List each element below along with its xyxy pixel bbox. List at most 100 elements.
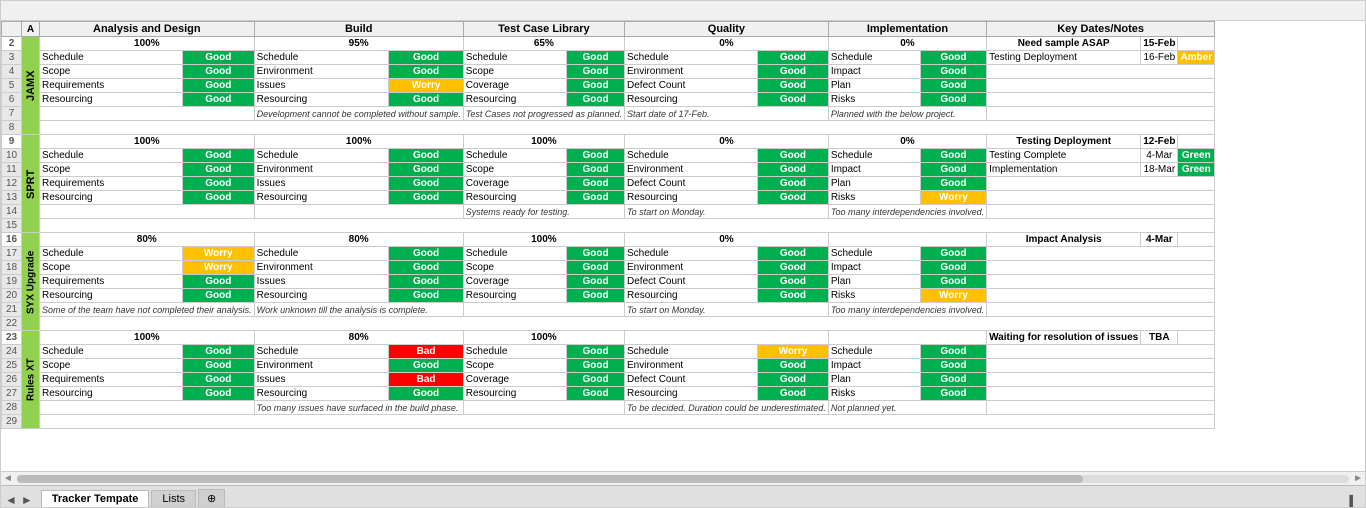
jamx-pct-analysis: 100%	[40, 37, 255, 51]
row-num-26: 26	[2, 373, 22, 387]
syx-r19-b-val: Good	[389, 275, 463, 289]
jamx-keynote-2-status: Amber	[1178, 51, 1215, 65]
rules-r26-i-field: Plan	[828, 373, 920, 387]
sprt-keynote-1-label: Testing Deployment	[987, 135, 1141, 149]
rules-r25-t-val: Good	[567, 359, 625, 373]
rules-r27-b-val: Good	[389, 387, 463, 401]
rules-r27-q-field: Resourcing	[625, 387, 758, 401]
sprt-r12-b-field: Issues	[254, 177, 389, 191]
jamx-keynote-1-date: 15-Feb	[1141, 37, 1178, 51]
rules-r26-q-val: Good	[758, 373, 829, 387]
tab-add-button[interactable]: ⊕	[198, 489, 225, 507]
sprt-r11-b-field: Environment	[254, 163, 389, 177]
nav-right-arrow[interactable]: ►	[21, 493, 33, 507]
sprt-keynote-3-date: 18-Mar	[1141, 163, 1178, 177]
sprt-keynote-3-label: Implementation	[987, 163, 1141, 177]
rules-r25-q-field: Environment	[625, 359, 758, 373]
syx-r18-t-val: Good	[567, 261, 625, 275]
jamx-r3-analysis-field: Schedule	[40, 51, 183, 65]
syx-pct-quality: 0%	[625, 233, 829, 247]
syx-note-tcl	[463, 303, 624, 317]
jamx-r4-build-val: Good	[389, 65, 463, 79]
jamx-r3-build-val: Good	[389, 51, 463, 65]
syx-r17-q-val: Good	[758, 247, 829, 261]
rules-r27-t-field: Resourcing	[463, 387, 566, 401]
sprt-r10-t-field: Schedule	[463, 149, 566, 163]
syx-keynote-1-label: Impact Analysis	[987, 233, 1141, 247]
rules-empty-2	[987, 359, 1215, 373]
jamx-r4-tcl-field: Scope	[463, 65, 566, 79]
syx-r20-b-val: Good	[389, 289, 463, 303]
sprt-empty-4	[987, 191, 1215, 205]
jamx-keynote-1-status: Amber	[1178, 37, 1215, 51]
syx-keynote-1-date: 4-Mar	[1141, 233, 1178, 247]
rules-r27-b-field: Resourcing	[254, 387, 389, 401]
syx-r20-q-field: Resourcing	[625, 289, 758, 303]
sprt-note-build	[254, 205, 463, 219]
col-header-quality: Quality	[625, 22, 829, 37]
h-scrollbar[interactable]: ◄ ►	[1, 471, 1365, 485]
rules-note-analysis	[40, 401, 255, 415]
sprt-r11-q-field: Environment	[625, 163, 758, 177]
nav-left-arrow[interactable]: ◄	[5, 493, 17, 507]
rules-note-impl: Not planned yet.	[828, 401, 986, 415]
jamx-pct-impl: 0%	[828, 37, 986, 51]
jamx-r5-build-val: Worry	[389, 79, 463, 93]
syx-r20-a-val: Good	[182, 289, 254, 303]
jamx-r6-i-val: Good	[920, 93, 986, 107]
rules-r24-t-field: Schedule	[463, 345, 566, 359]
rules-empty-1	[987, 345, 1215, 359]
table-wrapper[interactable]: A Analysis and Design Build Test Case Li…	[1, 21, 1365, 471]
jamx-label-top: JAMX	[22, 37, 40, 135]
row-num-22: 22	[2, 317, 22, 331]
jamx-r4-tcl-val: Good	[567, 65, 625, 79]
jamx-r6-q-field: Resourcing	[625, 93, 758, 107]
syx-r20-b-field: Resourcing	[254, 289, 389, 303]
sprt-r11-t-field: Scope	[463, 163, 566, 177]
jamx-r4-analysis-val: Good	[182, 65, 254, 79]
sprt-r12-q-val: Good	[758, 177, 829, 191]
sprt-pct-quality: 0%	[625, 135, 829, 149]
jamx-r6-analysis-field: Resourcing	[40, 93, 183, 107]
rules-r25-q-val: Good	[758, 359, 829, 373]
rules-r26-q-field: Defect Count	[625, 373, 758, 387]
rules-r26-t-field: Coverage	[463, 373, 566, 387]
formula-bar	[1, 1, 1365, 21]
tab-bar: ◄ ► Tracker Tempate Lists ⊕ ▐	[1, 485, 1365, 507]
jamx-keynote-2-date: 16-Feb	[1141, 51, 1178, 65]
syx-r17-t-field: Schedule	[463, 247, 566, 261]
jamx-note-impl: Planned with the below project.	[828, 107, 986, 121]
row-num-3: 3	[2, 51, 22, 65]
syx-r20-i-val: Worry	[920, 289, 986, 303]
syx-empty-4	[987, 289, 1215, 303]
sprt-pct-analysis: 100%	[40, 135, 255, 149]
col-header-keydates: Key Dates/Notes	[987, 22, 1215, 37]
jamx-note-build: Development cannot be completed without …	[254, 107, 463, 121]
sprt-r11-b-val: Good	[389, 163, 463, 177]
sprt-note-impl: Too many interdependencies involved.	[828, 205, 986, 219]
sprt-r12-i-val: Good	[920, 177, 986, 191]
syx-r20-t-field: Resourcing	[463, 289, 566, 303]
tab-tracker-template[interactable]: Tracker Tempate	[41, 490, 150, 507]
sprt-keynote-1-date: 12-Feb	[1141, 135, 1178, 149]
row-num-29: 29	[2, 415, 22, 429]
rules-r24-t-val: Good	[567, 345, 625, 359]
syx-r17-a-field: Schedule	[40, 247, 183, 261]
jamx-r5-analysis-field: Requirements	[40, 79, 183, 93]
jamx-r5-q-val: Good	[758, 79, 829, 93]
tab-lists[interactable]: Lists	[151, 490, 196, 507]
sprt-r12-t-val: Good	[567, 177, 625, 191]
sprt-keynote-2-date: 4-Mar	[1141, 149, 1178, 163]
rules-r26-b-field: Issues	[254, 373, 389, 387]
sprt-r11-i-val: Good	[920, 163, 986, 177]
jamx-empty-notes-5	[987, 107, 1215, 121]
syx-r19-t-field: Coverage	[463, 275, 566, 289]
rules-r26-i-val: Good	[920, 373, 986, 387]
rules-r25-t-field: Scope	[463, 359, 566, 373]
syx-r19-b-field: Issues	[254, 275, 389, 289]
row-num-21: 21	[2, 303, 22, 317]
jamx-note-quality: Start date of 17-Feb.	[625, 107, 829, 121]
sprt-r13-t-val: Good	[567, 191, 625, 205]
rules-empty-5	[987, 401, 1215, 415]
jamx-r3-analysis-val: Good	[182, 51, 254, 65]
